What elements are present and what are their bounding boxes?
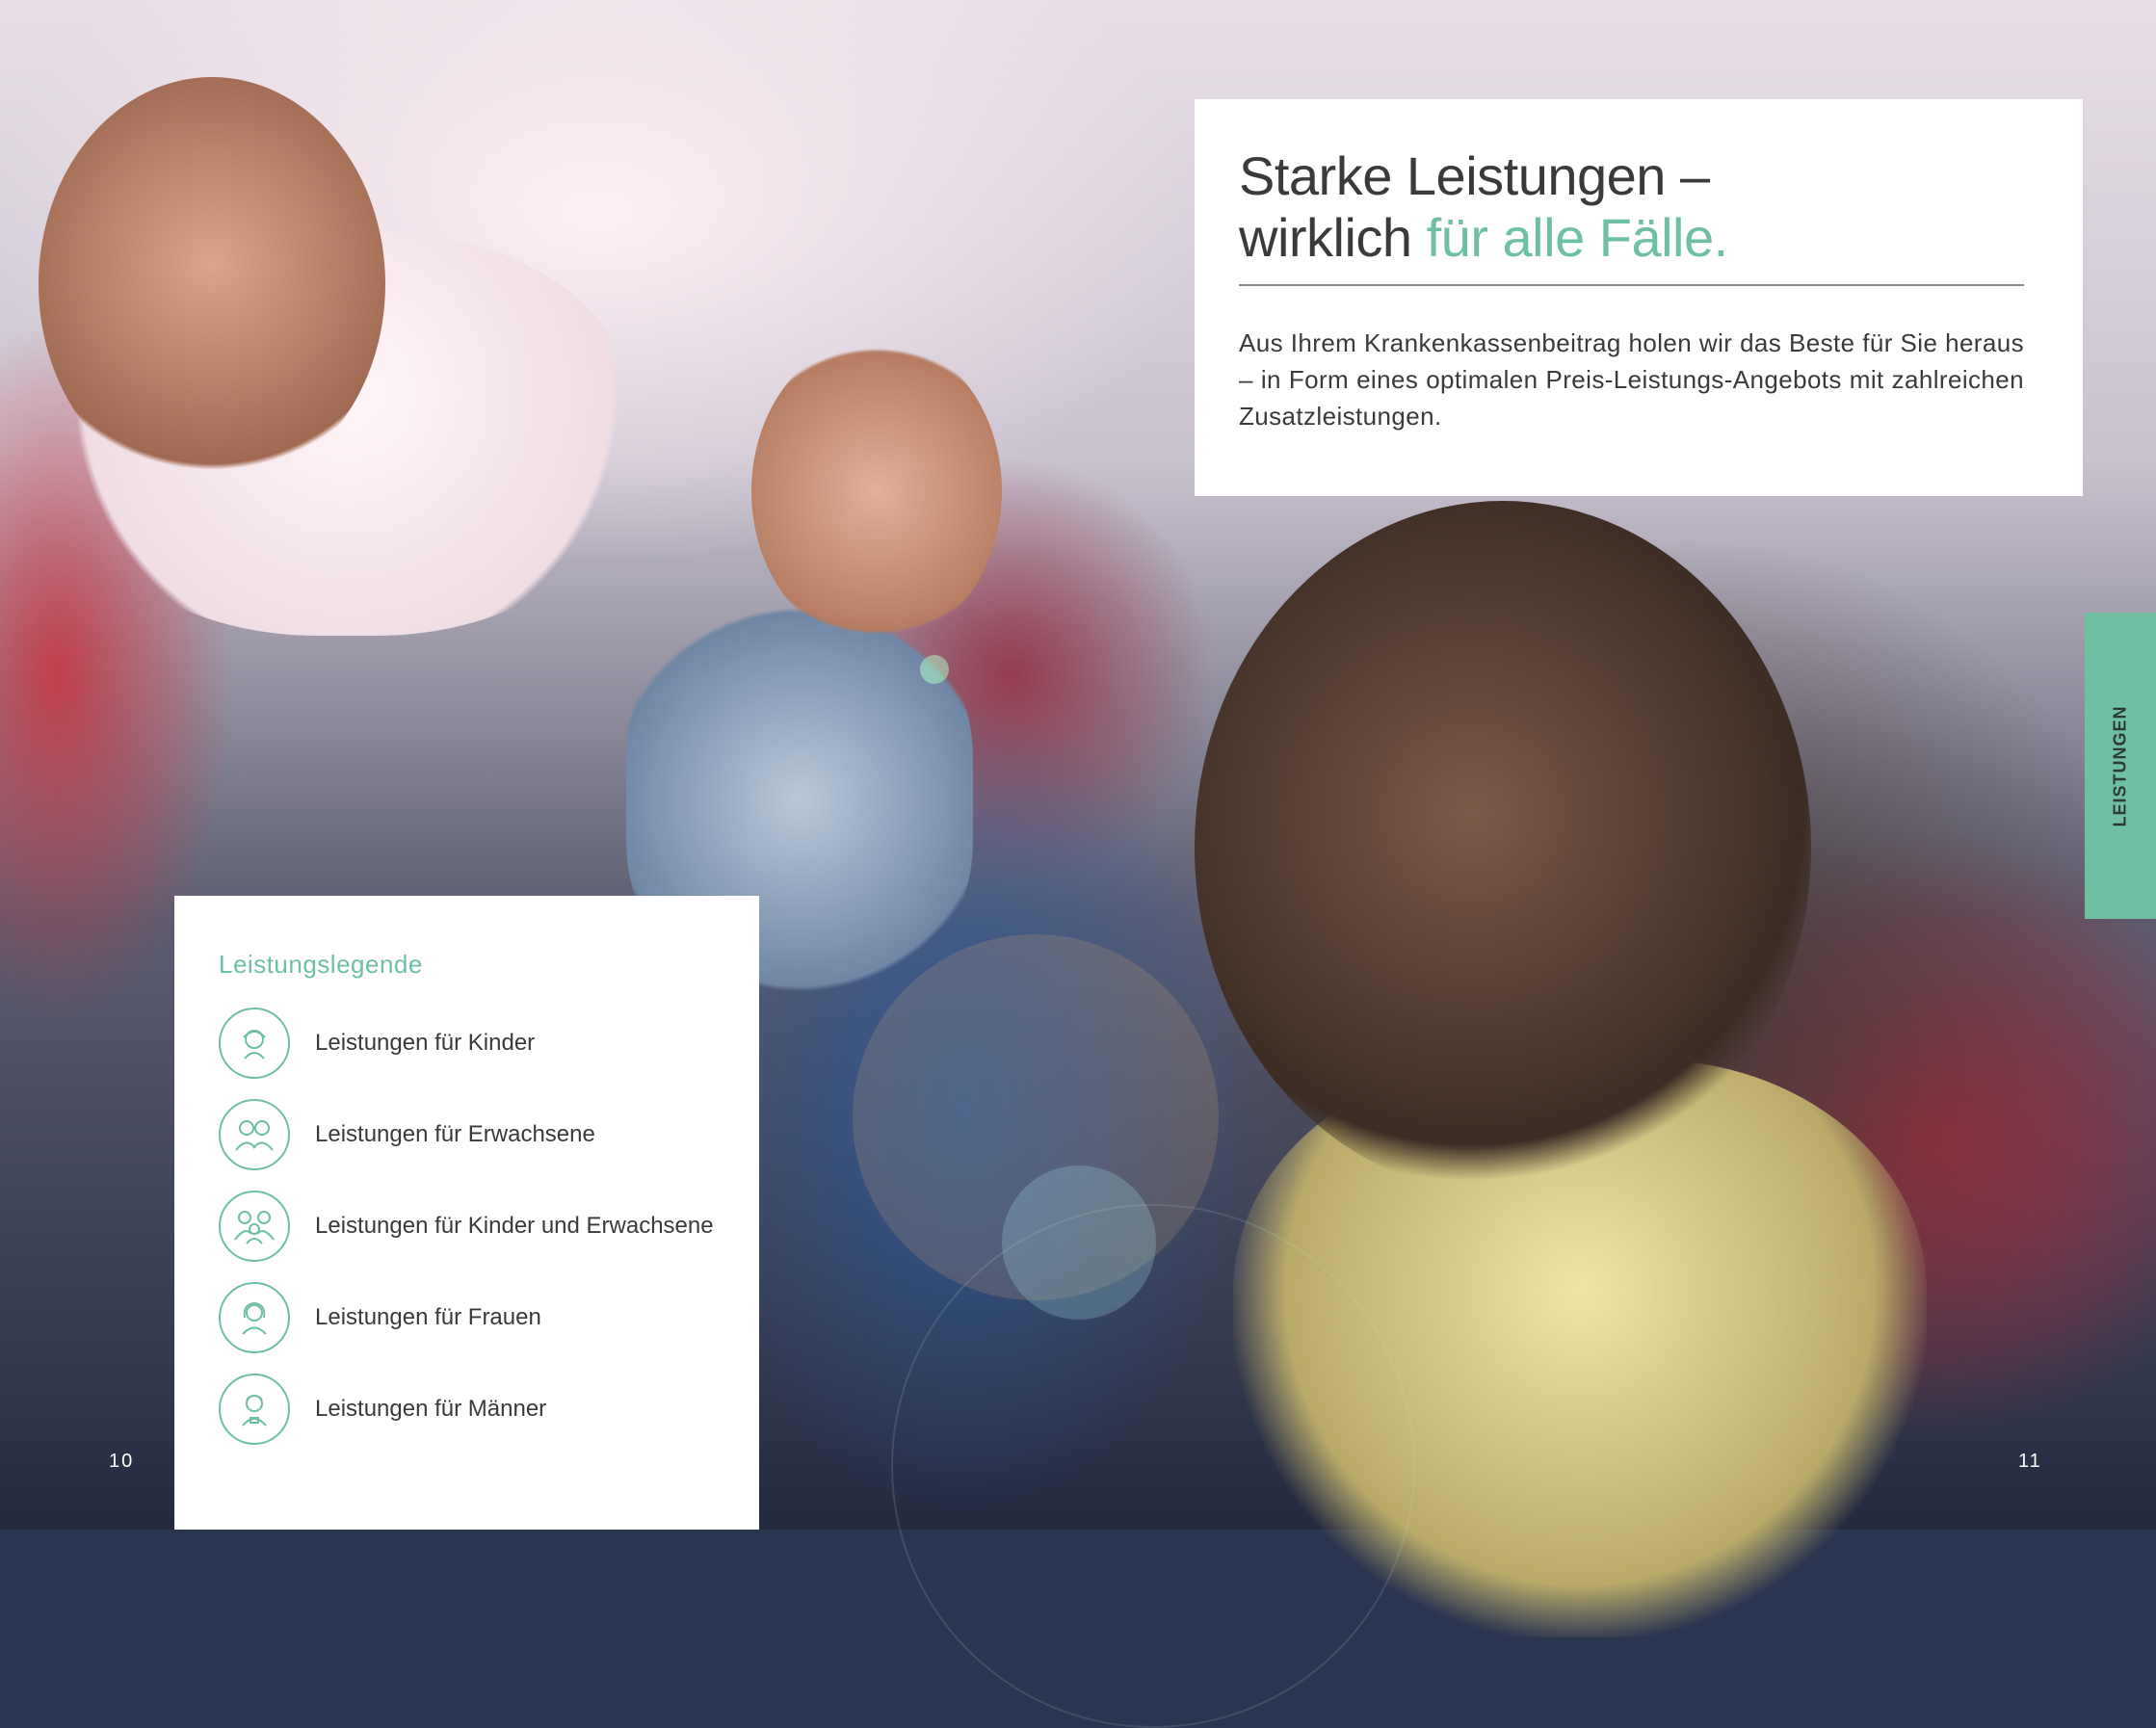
legend-label: Leistungen für Männer — [315, 1395, 547, 1422]
headline-line1: Starke Leistungen – — [1239, 145, 1710, 206]
page-number-right: 11 — [2018, 1451, 2042, 1472]
legend-label: Leistungen für Kinder — [315, 1029, 536, 1056]
photo-boy-head — [751, 337, 1002, 645]
legend-item: Leistungen für Kinder — [219, 997, 715, 1088]
legend-item: Leistungen für Männer — [219, 1363, 715, 1454]
child-icon — [219, 1007, 290, 1079]
photo-girl-head — [1195, 501, 1811, 1194]
page-number-left: 10 — [109, 1451, 135, 1472]
legend-item: Leistungen für Erwachsene — [219, 1088, 715, 1180]
legend-label: Leistungen für Frauen — [315, 1303, 541, 1330]
section-tab[interactable]: LEISTUNGEN — [2085, 613, 2156, 919]
headline-line2: wirklich — [1239, 207, 1427, 268]
legend-label: Leistungen für Erwachsene — [315, 1120, 595, 1147]
legend-label: Leistungen für Kinder und Erwachsene — [315, 1212, 714, 1239]
headline-card: Starke Leistungen – wirklich für alle Fä… — [1195, 99, 2083, 496]
intro-paragraph: Aus Ihrem Krankenkassenbeitrag holen wir… — [1239, 328, 2024, 431]
headline-accent: für alle Fälle. — [1426, 207, 1729, 268]
lens-flare — [891, 1204, 1415, 1728]
divider — [1239, 284, 2024, 286]
photo-father-head — [39, 77, 385, 491]
page-headline: Starke Leistungen – wirklich für alle Fä… — [1239, 145, 2024, 269]
lens-flare — [920, 655, 949, 684]
man-icon — [219, 1373, 290, 1445]
woman-icon — [219, 1281, 290, 1353]
legend-item: Leistungen für Kinder und Erwachsene — [219, 1180, 715, 1271]
legend-item: Leistungen für Frauen — [219, 1271, 715, 1363]
legend-card: Leistungslegende Leistungen für Kinder L… — [174, 896, 759, 1530]
legend-title: Leistungslegende — [219, 950, 423, 979]
family-icon — [219, 1190, 290, 1262]
adults-icon — [219, 1098, 290, 1170]
section-tab-label: LEISTUNGEN — [2110, 704, 2130, 827]
